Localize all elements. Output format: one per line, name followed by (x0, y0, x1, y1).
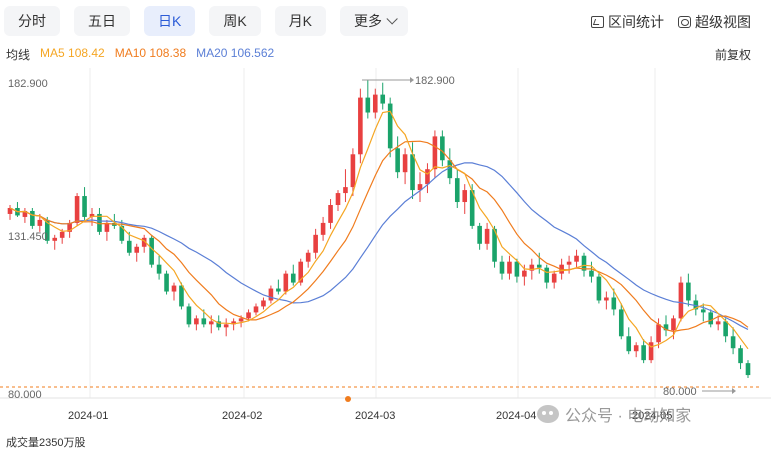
event-marker-dot[interactable] (345, 396, 351, 402)
candle-up[interactable] (432, 136, 438, 170)
candle-up[interactable] (350, 154, 356, 188)
candle-down[interactable] (611, 297, 617, 310)
candle-down[interactable] (440, 136, 445, 161)
candle-up[interactable] (425, 169, 430, 185)
candle-up[interactable] (678, 282, 684, 319)
candle-down[interactable] (290, 273, 296, 283)
x-axis-date-label: 2024-01 (68, 410, 108, 422)
candle-down[interactable] (201, 318, 207, 325)
candle-up[interactable] (313, 234, 318, 253)
candle-up[interactable] (522, 270, 527, 277)
candle-down[interactable] (626, 336, 632, 352)
candle-up[interactable] (462, 190, 468, 203)
candle-up[interactable] (566, 261, 572, 265)
candle-up[interactable] (238, 318, 244, 322)
wechat-icon (537, 405, 559, 423)
candle-down[interactable] (380, 94, 386, 104)
candle-down[interactable] (365, 97, 371, 113)
candle-down[interactable] (708, 312, 714, 325)
candle-down[interactable] (514, 261, 520, 277)
candle-down[interactable] (387, 103, 393, 149)
candle-down[interactable] (738, 348, 743, 364)
candle-up[interactable] (343, 187, 348, 194)
candle-down[interactable] (447, 160, 453, 179)
candle-up[interactable] (320, 222, 326, 235)
candle-down[interactable] (276, 288, 281, 292)
candle-up[interactable] (633, 345, 639, 352)
candle-up[interactable] (305, 252, 311, 262)
candle-up[interactable] (358, 97, 363, 155)
candle-up[interactable] (171, 285, 177, 292)
candle-up[interactable] (223, 324, 229, 328)
candle-down[interactable] (149, 237, 154, 265)
candle-up[interactable] (671, 318, 676, 331)
y-axis-mid-label: 131.450 (8, 231, 48, 243)
candle-down[interactable] (186, 306, 192, 325)
candle-down[interactable] (126, 240, 132, 253)
low-annotation: 80.000 (663, 386, 697, 398)
candle-down[interactable] (82, 196, 87, 217)
candle-up[interactable] (507, 261, 512, 274)
candle-down[interactable] (454, 178, 460, 203)
candle-up[interactable] (208, 321, 214, 325)
candle-up[interactable] (335, 193, 341, 206)
candle-down[interactable] (700, 309, 706, 313)
candle-down[interactable] (30, 210, 35, 226)
x-axis-date-label: 2024-02 (222, 410, 262, 422)
y-axis-top-label: 182.900 (8, 78, 48, 90)
candle-down[interactable] (477, 225, 482, 244)
candle-up[interactable] (656, 324, 661, 343)
candle-down[interactable] (745, 363, 751, 376)
candle-down[interactable] (179, 285, 184, 307)
candle-down[interactable] (499, 261, 505, 274)
candle-down[interactable] (618, 309, 624, 337)
volume-label: 成交量2350万股 (6, 437, 86, 449)
candle-down[interactable] (723, 321, 728, 337)
candle-up[interactable] (74, 196, 80, 223)
low-marker-arrow (732, 388, 736, 394)
candle-down[interactable] (641, 345, 646, 361)
candle-up[interactable] (402, 154, 408, 173)
candle-down[interactable] (410, 154, 415, 191)
candle-up[interactable] (52, 237, 58, 241)
candle-up[interactable] (104, 222, 110, 232)
candle-up[interactable] (194, 318, 199, 325)
candle-down[interactable] (686, 282, 691, 301)
candle-up[interactable] (551, 273, 557, 283)
candle-up[interactable] (134, 246, 140, 253)
x-axis-date-label: 2024-04 (496, 410, 536, 422)
candle-down[interactable] (156, 264, 162, 274)
candle-up[interactable] (715, 321, 721, 325)
watermark-text: 公众号 · 电动知家 (565, 408, 692, 425)
candle-up[interactable] (37, 219, 43, 226)
candle-up[interactable] (574, 255, 579, 262)
watermark: 公众号 · 电动知家 (537, 402, 691, 426)
candle-up[interactable] (484, 228, 490, 244)
high-annotation: 182.900 (415, 75, 455, 87)
candle-up[interactable] (268, 288, 274, 301)
candle-down[interactable] (536, 264, 542, 268)
candle-down[interactable] (589, 270, 594, 277)
candle-down[interactable] (395, 148, 400, 173)
candle-up[interactable] (283, 273, 289, 292)
kline-chart[interactable]: 182.900 131.450 80.000 182.900 80.000 20… (0, 0, 771, 444)
high-marker-arrow (410, 77, 414, 83)
x-axis-date-label: 2024-03 (355, 410, 395, 422)
candle-down[interactable] (596, 276, 602, 301)
candle-up[interactable] (261, 300, 266, 307)
candle-down[interactable] (164, 273, 169, 292)
candle-down[interactable] (730, 336, 736, 349)
candle-up[interactable] (604, 297, 609, 301)
candle-up[interactable] (246, 312, 251, 319)
y-axis-bottom-label: 80.000 (8, 389, 42, 401)
candle-down[interactable] (544, 267, 550, 283)
candle-up[interactable] (372, 94, 378, 113)
ma20-line (9, 162, 749, 330)
candle-up[interactable] (253, 306, 259, 313)
candle-up[interactable] (328, 205, 333, 223)
candle-up[interactable] (59, 231, 65, 238)
